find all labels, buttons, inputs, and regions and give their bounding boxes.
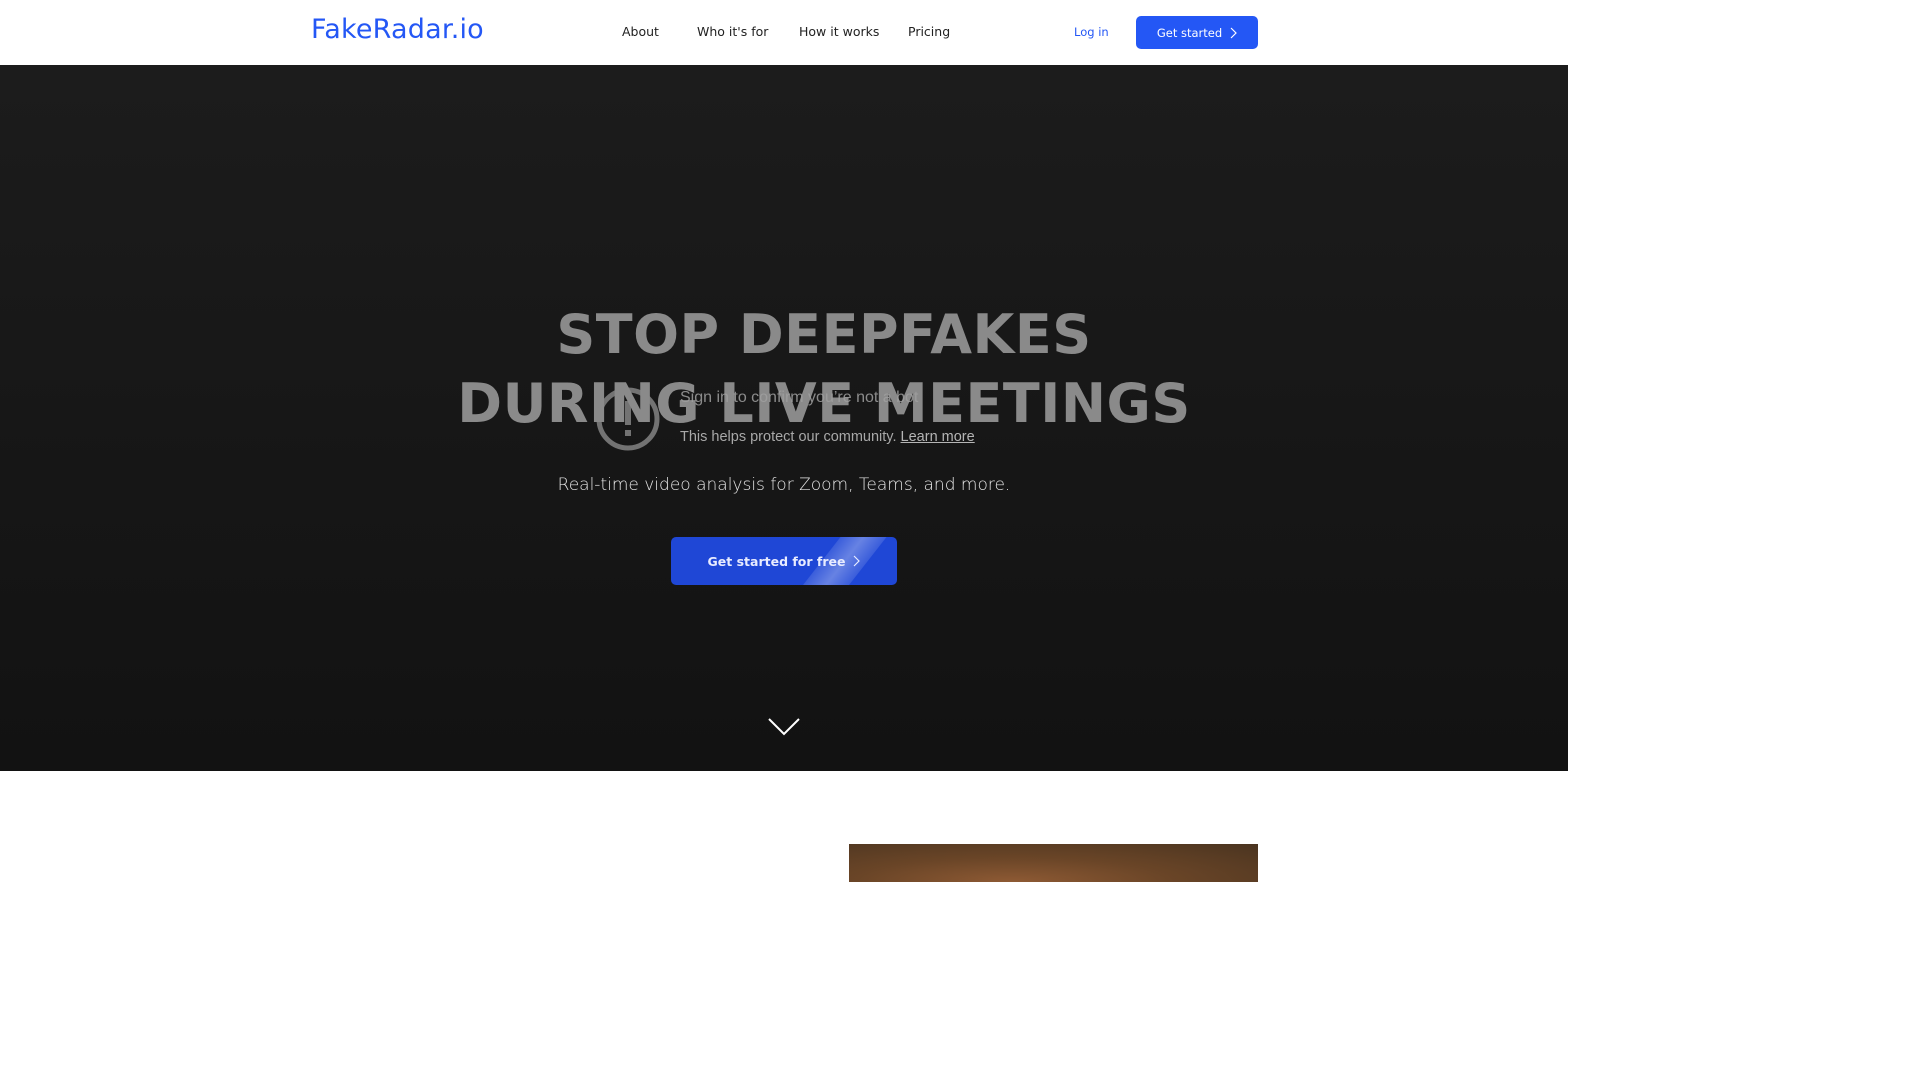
chevron-right-icon: [854, 555, 861, 567]
nav-item-about[interactable]: About: [622, 24, 659, 39]
hero-section: STOP DEEPFAKES DURING LIVE MEETINGS Sign…: [0, 65, 1568, 771]
nav-item-how-it-works[interactable]: How it works: [799, 24, 879, 39]
chevron-down-icon[interactable]: [767, 717, 801, 737]
get-started-free-button[interactable]: Get started for free: [671, 537, 897, 585]
get-started-label: Get started: [1156, 25, 1223, 40]
get-started-button[interactable]: Get started: [1136, 16, 1258, 49]
bot-check-title: Sign in to confirm you’re not a bot: [680, 389, 919, 406]
nav-item-who-its-for[interactable]: Who it's for: [697, 24, 768, 39]
cta-label: Get started for free: [707, 553, 846, 569]
chevron-right-icon: [1230, 27, 1238, 38]
alert-circle-icon: [596, 387, 660, 451]
logo[interactable]: FakeRadar.io: [311, 14, 484, 45]
hero-headline-line1: STOP DEEPFAKES: [556, 303, 1092, 366]
learn-more-link[interactable]: Learn more: [901, 429, 975, 445]
hero-subtitle: Real-time video analysis for Zoom, Teams…: [557, 475, 1011, 495]
feature-image: [849, 844, 1258, 882]
bot-check-message: This helps protect our community. Learn …: [680, 429, 975, 445]
login-link[interactable]: Log in: [1074, 25, 1109, 39]
nav-item-pricing[interactable]: Pricing: [908, 24, 950, 39]
site-header: FakeRadar.io About Who it's for How it w…: [0, 0, 1568, 65]
bot-check-subtitle: This helps protect our community.: [680, 429, 897, 445]
